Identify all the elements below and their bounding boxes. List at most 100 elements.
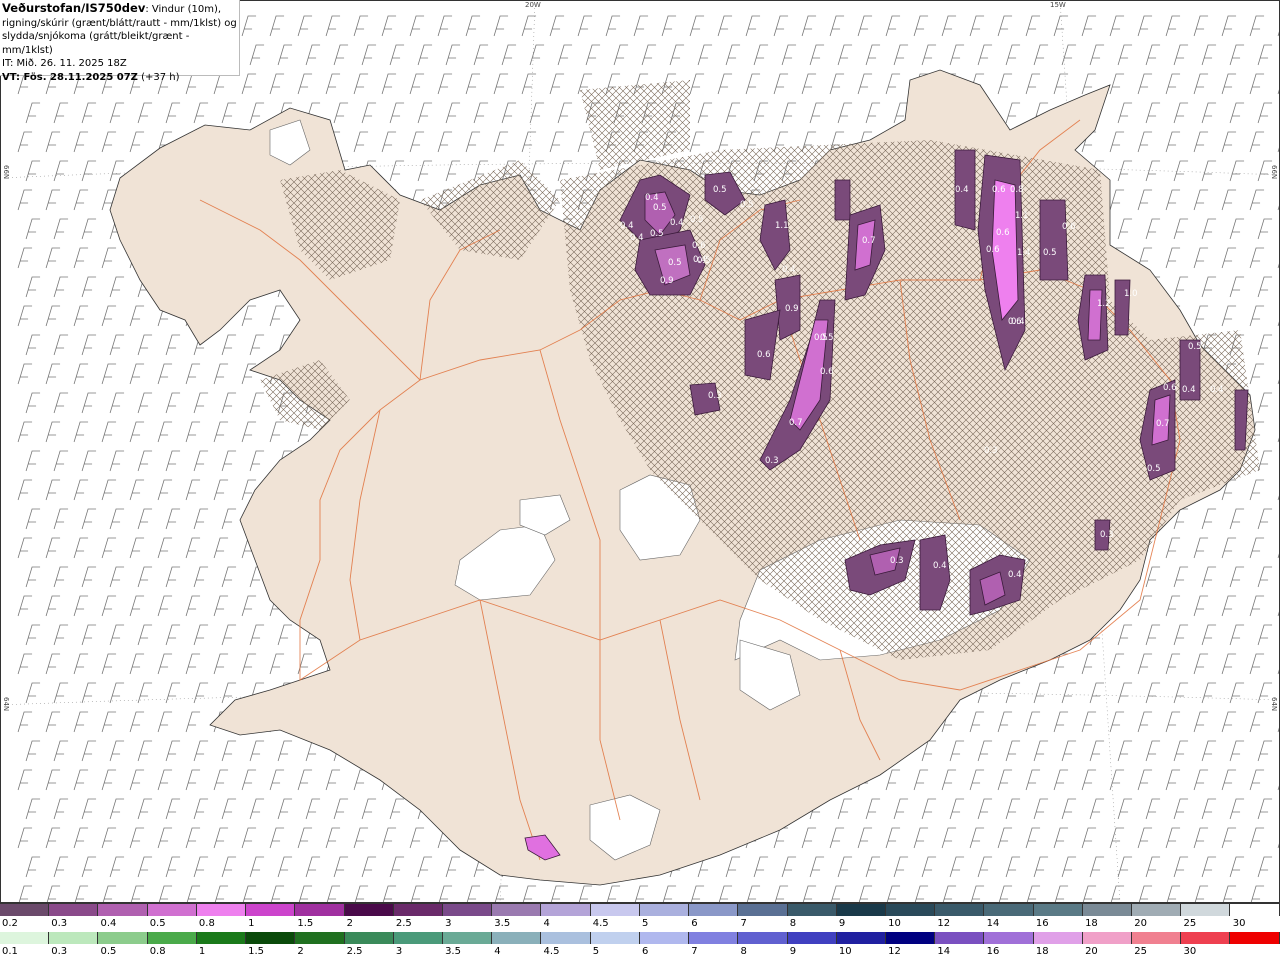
precip-value: 0.8 xyxy=(1010,185,1024,195)
colorbar-swatch xyxy=(442,932,493,944)
colorbar-label: 4.5 xyxy=(592,918,609,929)
colorbar-label: 3.5 xyxy=(445,946,461,957)
colorbar-swatch xyxy=(492,932,542,944)
colorbar-label: 0.5 xyxy=(100,946,117,957)
colorbar-swatch xyxy=(1132,932,1182,944)
colorbar-label: 2.5 xyxy=(346,946,363,957)
precip-value: 0.9 xyxy=(660,276,674,286)
precip-value: 0.4 xyxy=(933,561,947,571)
colorbar-swatch xyxy=(49,904,99,916)
colorbar-label: 7 xyxy=(691,946,698,957)
precip-value: 0.7 xyxy=(789,418,803,428)
colorbar-swatch xyxy=(1230,904,1280,916)
colorbar-swatch xyxy=(393,932,443,944)
colorbar-label: 3 xyxy=(445,918,452,929)
colorbar-label: 2 xyxy=(297,946,304,957)
rain-colorbar xyxy=(0,932,1280,944)
colorbar-swatch xyxy=(590,932,640,944)
colorbar-swatch xyxy=(393,904,443,916)
colorbar-label: 5 xyxy=(592,946,600,957)
precip-value: 0.6 xyxy=(1163,383,1177,393)
precip-value: 0.6 xyxy=(986,245,1000,255)
lat-label-64n-right: 64N xyxy=(1270,697,1278,712)
precip-value: 0.4 xyxy=(1182,385,1196,395)
precip-value: 0.5 xyxy=(668,258,682,268)
colorbar-label: 16 xyxy=(986,946,1000,957)
colorbar-swatch xyxy=(984,932,1034,944)
weather-map: 0.40.50.4 0.40.50.40.50.60.50.90.50.40.5 0… xyxy=(0,0,1280,903)
colorbar-swatch xyxy=(885,932,936,944)
colorbar-label: 25 xyxy=(1134,946,1148,957)
colorbar-swatch xyxy=(689,932,739,944)
colorbar-label: 30 xyxy=(1232,918,1246,929)
colorbar-label: 30 xyxy=(1183,946,1197,957)
precip-value: 0.6 xyxy=(692,241,706,251)
colorbar-swatch xyxy=(344,932,394,944)
colorbar-label: 0.3 xyxy=(51,918,68,929)
precip-value: 0.4 xyxy=(630,233,644,243)
lat-label-64n-left: 64N xyxy=(2,697,10,712)
colorbar-swatch xyxy=(787,932,837,944)
colorbar-swatch xyxy=(836,904,886,916)
colorbar-label: 4 xyxy=(494,946,501,957)
colorbar-label: 1 xyxy=(198,946,206,957)
precip-value: 0.5 xyxy=(1043,248,1057,258)
precip-value: 0.4 xyxy=(1008,570,1022,580)
precip-value: 0.5 xyxy=(1188,342,1202,352)
precip-value: 0.7 xyxy=(1156,419,1170,429)
colorbar-label: 20 xyxy=(1085,946,1098,957)
colorbar-label: 8 xyxy=(789,918,797,929)
colorbar-label: 0.8 xyxy=(149,946,166,957)
init-time: IT: Mið. 26. 11. 2025 18Z xyxy=(2,58,127,69)
colorbar-swatch xyxy=(935,904,985,916)
colorbar-label: 0.3 xyxy=(51,946,68,957)
colorbar-swatch xyxy=(295,932,345,944)
colorbar-label: 18 xyxy=(1085,918,1098,929)
colorbar-swatch xyxy=(689,904,739,916)
colorbar-label: 4 xyxy=(543,918,550,929)
colorbar-swatch xyxy=(295,904,345,916)
snow-colorbar xyxy=(0,904,1280,916)
colorbar-label: 16 xyxy=(1035,918,1049,929)
snow-colorbar-labels: 0.2 0.3 0.4 0.5 0.8 1 1.5 2 2.5 3 3.5 4 4.5 5 6 7 8 9 10 12… xyxy=(0,918,1280,931)
colorbar-swatch xyxy=(590,904,640,916)
colorbar-swatch xyxy=(984,904,1034,916)
precip-value: 0.3 xyxy=(765,456,779,466)
precip-value: 0.6 xyxy=(1062,222,1076,232)
colorbar-swatch xyxy=(639,932,690,944)
colorbar-swatch xyxy=(0,932,50,944)
precip-value: 0.5 xyxy=(820,333,834,343)
precip-value: 0.4 xyxy=(1011,317,1025,327)
colorbar-swatch xyxy=(1181,904,1231,916)
colorbar-swatch xyxy=(1181,932,1231,944)
colorbar-swatch xyxy=(1033,932,1083,944)
precip-value: 0.5 xyxy=(690,215,704,225)
colorbar-label: 8 xyxy=(740,946,747,957)
colorbar-swatch xyxy=(935,932,985,944)
colorbar-label: 25 xyxy=(1183,918,1197,929)
colorbar-label: 7 xyxy=(740,918,747,929)
colorbar-label: 0.2 xyxy=(2,918,18,929)
colorbar-swatch xyxy=(1033,904,1083,916)
lon-label-15w: 15W xyxy=(1050,1,1066,9)
colorbar-swatch xyxy=(1230,932,1280,944)
precip-value: 0.7 xyxy=(862,236,876,246)
colorbar-swatch xyxy=(738,904,788,916)
colorbar-label: 20 xyxy=(1134,918,1148,929)
precip-value: 1.4 xyxy=(1017,248,1031,258)
precip-value: 0.5 xyxy=(653,203,667,213)
precip-value: 0.4 xyxy=(955,185,969,195)
colorbar-swatch xyxy=(0,904,50,916)
forecast-offset: (+37 h) xyxy=(141,71,180,83)
lat-label-66n-left: 66N xyxy=(2,165,10,180)
colorbar-label: 2.5 xyxy=(395,918,412,929)
colorbar-label: 9 xyxy=(789,946,797,957)
colorbar-swatch xyxy=(639,904,690,916)
colorbar-label: 0.8 xyxy=(198,918,215,929)
colorbar-swatch xyxy=(49,932,99,944)
colorbar-label: 6 xyxy=(642,946,649,957)
colorbar-label: 0.4 xyxy=(100,918,117,929)
colorbar-swatch xyxy=(98,904,148,916)
colorbar-label: 10 xyxy=(838,946,852,957)
precip-value: 0.4 xyxy=(670,218,684,228)
